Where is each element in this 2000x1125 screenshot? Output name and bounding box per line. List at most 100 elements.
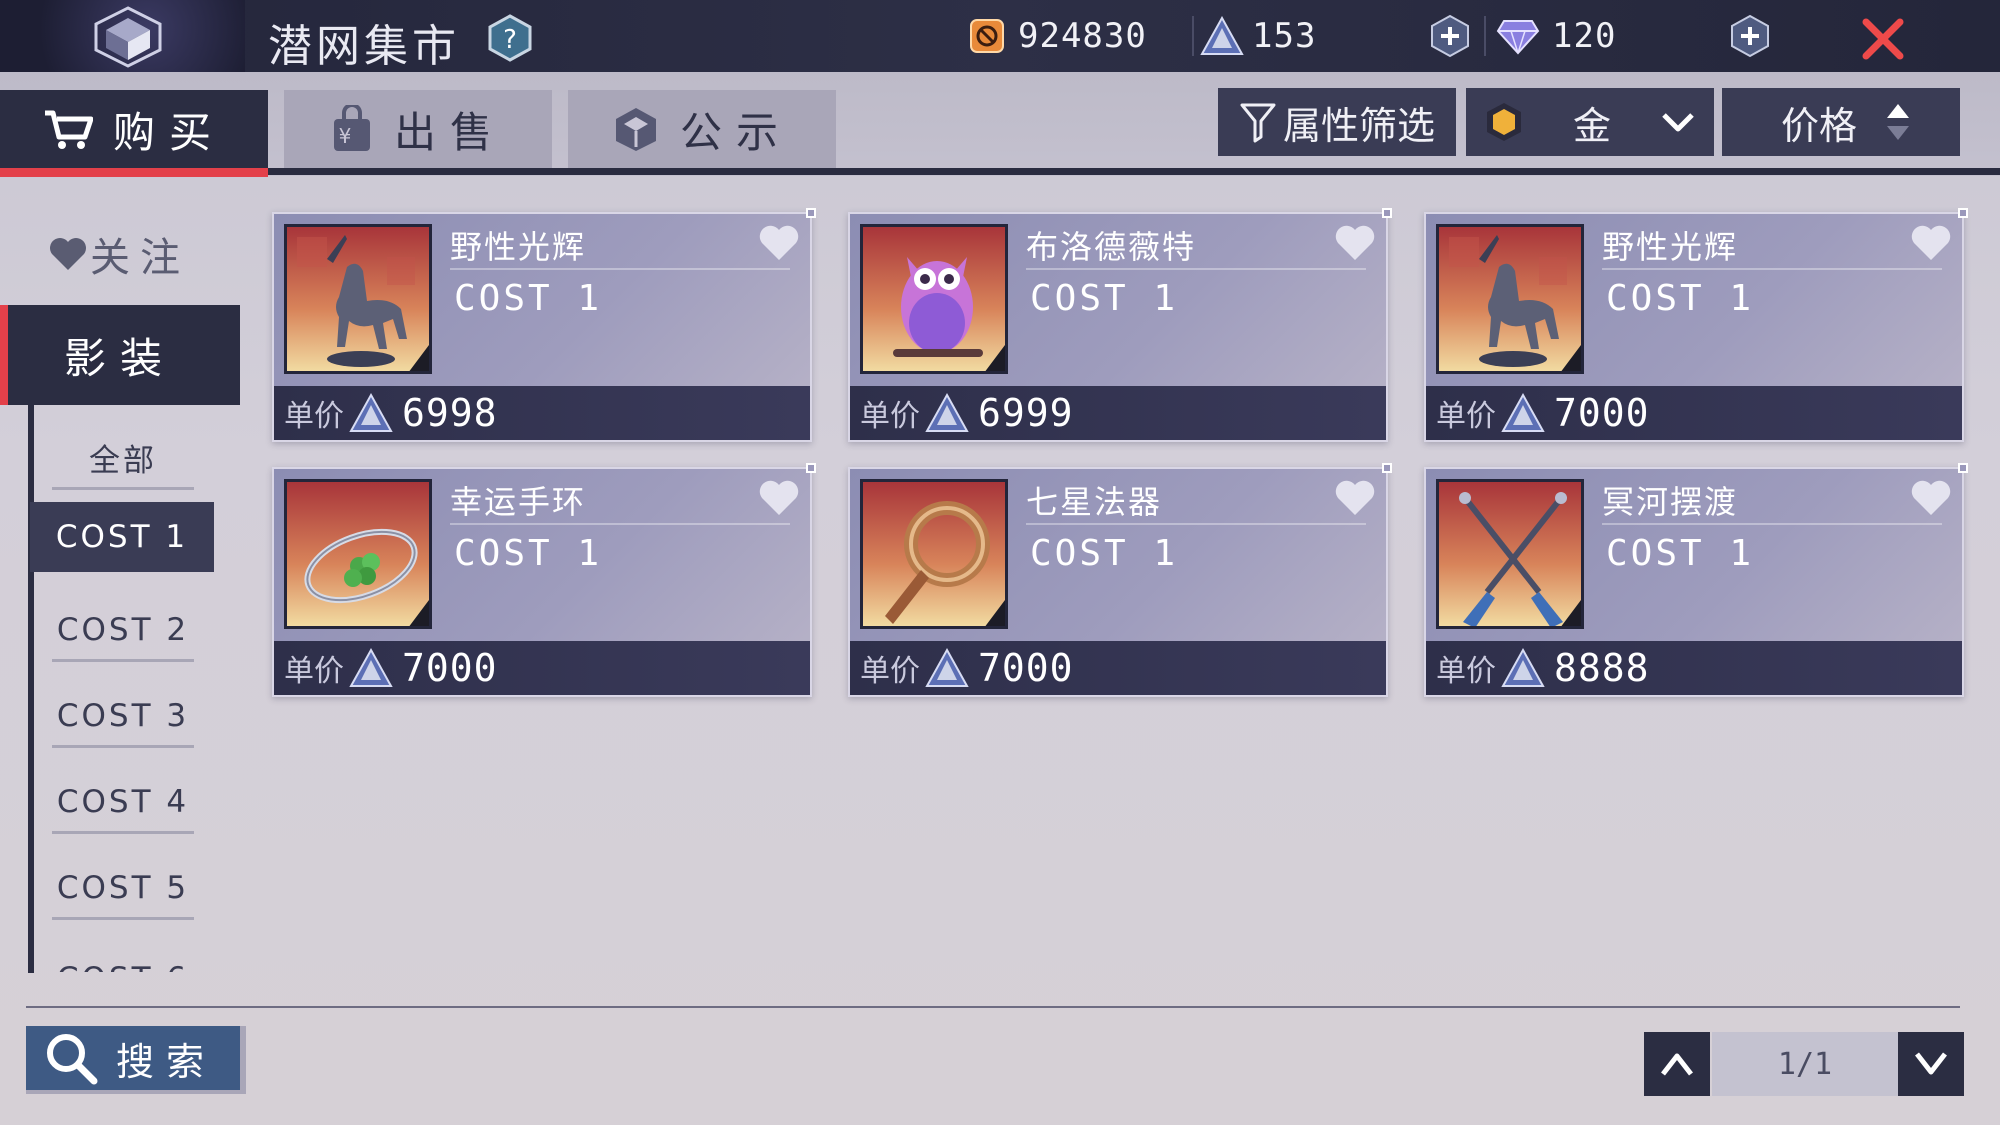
card-corner-marker — [1382, 463, 1392, 473]
item-name: 布洛德薇特 — [1026, 228, 1197, 266]
item-name-underline — [450, 523, 790, 525]
unit-price-value: 7000 — [1554, 391, 1650, 435]
item-image — [860, 479, 1008, 629]
help-icon[interactable]: ? — [488, 14, 532, 62]
crystal-triangle-icon — [1200, 16, 1244, 55]
card-corner-marker — [806, 463, 816, 473]
sidebar-item-cost-6[interactable]: COST 6 — [52, 948, 194, 972]
tab-buy-label: 购买 — [112, 107, 225, 157]
tab-buy[interactable]: 购买 — [0, 90, 268, 168]
crystal-triangle-icon — [349, 647, 393, 687]
item-image — [1436, 224, 1584, 374]
item-card[interactable]: 野性光辉 COST 1 单价 6998 — [272, 208, 816, 442]
item-card[interactable]: 布洛德薇特 COST 1 单价 6999 — [848, 208, 1392, 442]
tab-notice[interactable]: 公示 — [568, 90, 836, 168]
rarity-dropdown[interactable]: 金 — [1466, 88, 1714, 156]
item-card[interactable]: 野性光辉 COST 1 单价 7000 — [1424, 208, 1968, 442]
item-cost: COST 1 — [1606, 533, 1755, 574]
add-crystal-button[interactable] — [1428, 14, 1472, 58]
unit-price-value: 8888 — [1554, 646, 1650, 690]
crystal-triangle-icon — [925, 392, 969, 432]
page-up-button[interactable] — [1644, 1032, 1710, 1096]
tab-sell[interactable]: ¥ 出售 — [284, 90, 552, 168]
page-down-button[interactable] — [1898, 1032, 1964, 1096]
sidebar-item-cost-5[interactable]: COST 5 — [52, 858, 194, 920]
rarity-label: 金 — [1572, 103, 1611, 148]
item-name-underline — [1602, 523, 1942, 525]
price-bar: 单价 6998 — [274, 386, 810, 440]
sidebar-item-cost-1[interactable]: COST 1 — [30, 502, 214, 572]
search-button[interactable]: 搜索 — [26, 1026, 246, 1094]
attribute-filter-label: 属性筛选 — [1282, 103, 1435, 148]
unit-price-label: 单价 — [860, 654, 920, 689]
item-image — [860, 224, 1008, 374]
item-cost: COST 1 — [454, 278, 603, 319]
tab-sell-label: 出售 — [393, 107, 506, 157]
price-sort-button[interactable]: 价格 — [1722, 88, 1960, 156]
category-active-marker — [0, 305, 8, 405]
item-image — [284, 479, 432, 629]
follow-filter[interactable]: 关注 — [48, 224, 190, 284]
currency-divider — [1484, 16, 1486, 56]
page-title: 潜网集市 — [268, 21, 460, 72]
add-diamond-button[interactable] — [1728, 14, 1772, 58]
chevron-up-icon — [1661, 1053, 1693, 1076]
favorite-heart-icon[interactable] — [758, 224, 800, 262]
favorite-heart-icon[interactable] — [1910, 224, 1952, 262]
item-name-underline — [1602, 268, 1942, 270]
item-image — [284, 224, 432, 374]
item-cost: COST 1 — [1606, 278, 1755, 319]
sidebar-rail — [28, 405, 34, 973]
sidebar-item-cost-4[interactable]: COST 4 — [52, 772, 194, 834]
unit-price-label: 单价 — [284, 654, 344, 689]
coin-icon — [970, 19, 1004, 53]
unit-price-value: 7000 — [978, 646, 1074, 690]
price-sort-label: 价格 — [1780, 103, 1857, 148]
top-bar: 潜网集市 ? 924830 153 120 — [0, 0, 2000, 72]
category-shadow-gear[interactable]: 影装 — [0, 305, 240, 405]
item-card[interactable]: 幸运手环 COST 1 单价 7000 — [272, 463, 816, 697]
unit-price-value: 6999 — [978, 391, 1074, 435]
item-image — [1436, 479, 1584, 629]
favorite-heart-icon[interactable] — [1334, 224, 1376, 262]
attribute-filter-button[interactable]: 属性筛选 — [1218, 88, 1456, 156]
item-card[interactable]: 冥河摆渡 COST 1 单价 8888 — [1424, 463, 1968, 697]
crystal-value: 153 — [1252, 16, 1317, 56]
page-indicator: 1/1 — [1712, 1032, 1898, 1096]
cart-icon — [44, 110, 93, 149]
item-cost: COST 1 — [1030, 278, 1179, 319]
favorite-heart-icon[interactable] — [1334, 479, 1376, 517]
item-name: 野性光辉 — [450, 228, 587, 266]
filter-icon — [1240, 103, 1276, 143]
price-bar: 单价 7000 — [274, 641, 810, 695]
sidebar-item-cost-2[interactable]: COST 2 — [52, 600, 194, 662]
unit-price-label: 单价 — [860, 399, 920, 434]
sort-arrows-icon — [1887, 104, 1909, 140]
item-name-underline — [450, 268, 790, 270]
item-name: 野性光辉 — [1602, 228, 1739, 266]
item-name-underline — [1026, 523, 1366, 525]
card-corner-marker — [806, 208, 816, 218]
sidebar-item-all[interactable]: 全部 — [52, 428, 194, 490]
price-bar: 单价 6999 — [850, 386, 1386, 440]
favorite-heart-icon[interactable] — [1910, 479, 1952, 517]
diamond-balance: 120 — [1496, 12, 1616, 60]
crystal-triangle-icon — [349, 392, 393, 432]
card-corner-marker — [1958, 208, 1968, 218]
crystal-triangle-icon — [1501, 392, 1545, 432]
item-card[interactable]: 七星法器 COST 1 单价 7000 — [848, 463, 1392, 697]
active-tab-indicator — [0, 168, 268, 177]
svg-text:?: ? — [503, 25, 517, 55]
close-icon[interactable] — [1858, 14, 1908, 64]
svg-text:¥: ¥ — [339, 124, 366, 148]
cube-icon — [615, 108, 656, 151]
diamond-value: 120 — [1552, 16, 1617, 56]
unit-price-label: 单价 — [284, 399, 344, 434]
unit-price-label: 单价 — [1436, 399, 1496, 434]
unit-price-value: 7000 — [402, 646, 498, 690]
sidebar-item-cost-3[interactable]: COST 3 — [52, 686, 194, 748]
item-name-underline — [1026, 268, 1366, 270]
favorite-heart-icon[interactable] — [758, 479, 800, 517]
currency-divider — [1192, 16, 1194, 56]
chevron-down-icon — [1915, 1052, 1947, 1075]
